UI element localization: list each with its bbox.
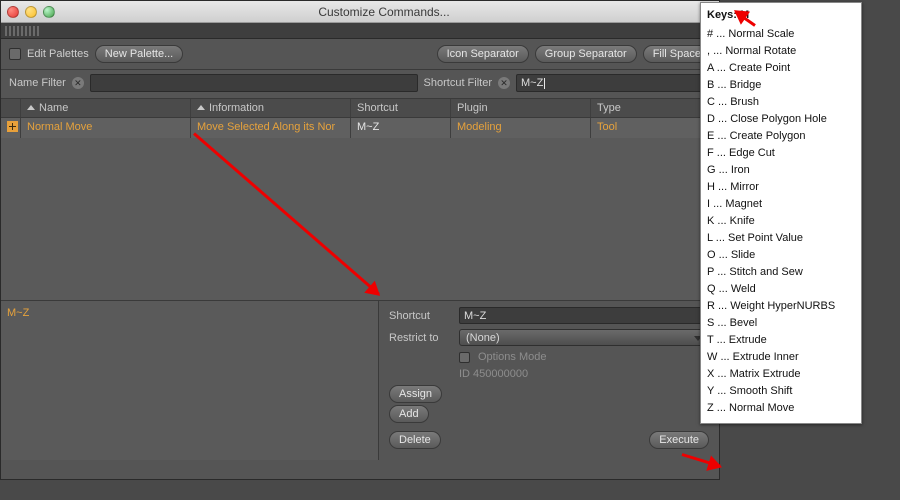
dock-bar[interactable] [1,23,719,39]
sort-asc-icon [197,105,205,110]
popup-item[interactable]: R ... Weight HyperNURBS [707,298,855,315]
detail-shortcut-label: M~Z [7,307,29,319]
popup-item[interactable]: B ... Bridge [707,77,855,94]
clear-shortcut-filter-icon[interactable]: ✕ [498,77,510,89]
new-palette-button[interactable]: New Palette... [95,45,183,63]
restrict-select[interactable]: (None) [459,329,709,346]
titlebar[interactable]: Customize Commands... [1,1,719,23]
table-row[interactable]: Normal Move Move Selected Along its Nor … [1,118,719,138]
popup-item[interactable]: F ... Edge Cut [707,145,855,162]
detail-pane: M~Z Shortcut M~Z Restrict to (None) Opti… [1,300,719,460]
filter-bar: Name Filter ✕ Shortcut Filter ✕ M~Z [1,70,719,98]
clear-name-filter-icon[interactable]: ✕ [72,77,84,89]
minimize-icon[interactable] [25,6,37,18]
popup-item[interactable]: Y ... Smooth Shift [707,383,855,400]
popup-item[interactable]: # ... Normal Scale [707,26,855,43]
options-mode-checkbox[interactable] [459,352,470,363]
table-body: Normal Move Move Selected Along its Nor … [1,118,719,300]
popup-item[interactable]: O ... Slide [707,247,855,264]
name-filter-label: Name Filter [9,77,66,89]
assign-button[interactable]: Assign [389,385,442,403]
shortcut-popup: Keys: M # ... Normal Scale, ... Normal R… [700,2,862,424]
cell-plugin: Modeling [451,118,591,138]
options-mode-label: Options Mode [478,351,546,363]
sort-asc-icon [27,105,35,110]
table-header[interactable]: Name Information Shortcut Plugin Type [1,98,719,118]
delete-button[interactable]: Delete [389,431,441,449]
add-icon [7,121,18,132]
shortcut-filter-label: Shortcut Filter [424,77,492,89]
popup-item[interactable]: P ... Stitch and Sew [707,264,855,281]
shortcut-label: Shortcut [389,310,451,322]
popup-item[interactable]: A ... Create Point [707,60,855,77]
execute-button[interactable]: Execute [649,431,709,449]
detail-left: M~Z [1,301,379,460]
grip-icon[interactable] [5,26,39,36]
popup-item[interactable]: Q ... Weld [707,281,855,298]
col-plugin[interactable]: Plugin [451,99,591,117]
popup-item[interactable]: T ... Extrude [707,332,855,349]
window-title: Customize Commands... [55,5,713,19]
shortcut-input[interactable]: M~Z [459,307,709,324]
popup-item[interactable]: W ... Extrude Inner [707,349,855,366]
col-shortcut[interactable]: Shortcut [351,99,451,117]
name-filter-input[interactable] [90,74,418,92]
zoom-icon[interactable] [43,6,55,18]
popup-item[interactable]: Z ... Normal Move [707,400,855,417]
close-icon[interactable] [7,6,19,18]
detail-right: Shortcut M~Z Restrict to (None) Options … [379,301,719,460]
popup-item[interactable]: G ... Iron [707,162,855,179]
popup-item[interactable]: C ... Brush [707,94,855,111]
customize-commands-window: Customize Commands... Edit Palettes New … [0,0,720,480]
popup-item[interactable]: X ... Matrix Extrude [707,366,855,383]
popup-item[interactable]: H ... Mirror [707,179,855,196]
popup-item[interactable]: S ... Bevel [707,315,855,332]
cell-name: Normal Move [21,118,191,138]
group-separator-button[interactable]: Group Separator [535,45,637,63]
edit-palettes-checkbox[interactable] [9,48,21,60]
popup-item[interactable]: I ... Magnet [707,196,855,213]
edit-palettes-label: Edit Palettes [27,48,89,60]
col-information[interactable]: Information [191,99,351,117]
icon-separator-button[interactable]: Icon Separator [437,45,529,63]
popup-item[interactable]: , ... Normal Rotate [707,43,855,60]
cell-info: Move Selected Along its Nor [191,118,351,138]
restrict-label: Restrict to [389,332,451,344]
id-text: ID 450000000 [459,368,528,380]
toolbar: Edit Palettes New Palette... Icon Separa… [1,39,719,70]
popup-item[interactable]: D ... Close Polygon Hole [707,111,855,128]
popup-item[interactable]: K ... Knife [707,213,855,230]
cell-shortcut: M~Z [351,118,451,138]
col-name[interactable]: Name [21,99,191,117]
popup-item[interactable]: L ... Set Point Value [707,230,855,247]
add-button[interactable]: Add [389,405,429,423]
popup-item[interactable]: E ... Create Polygon [707,128,855,145]
shortcut-filter-input[interactable]: M~Z [516,74,711,92]
window-controls [7,6,55,18]
